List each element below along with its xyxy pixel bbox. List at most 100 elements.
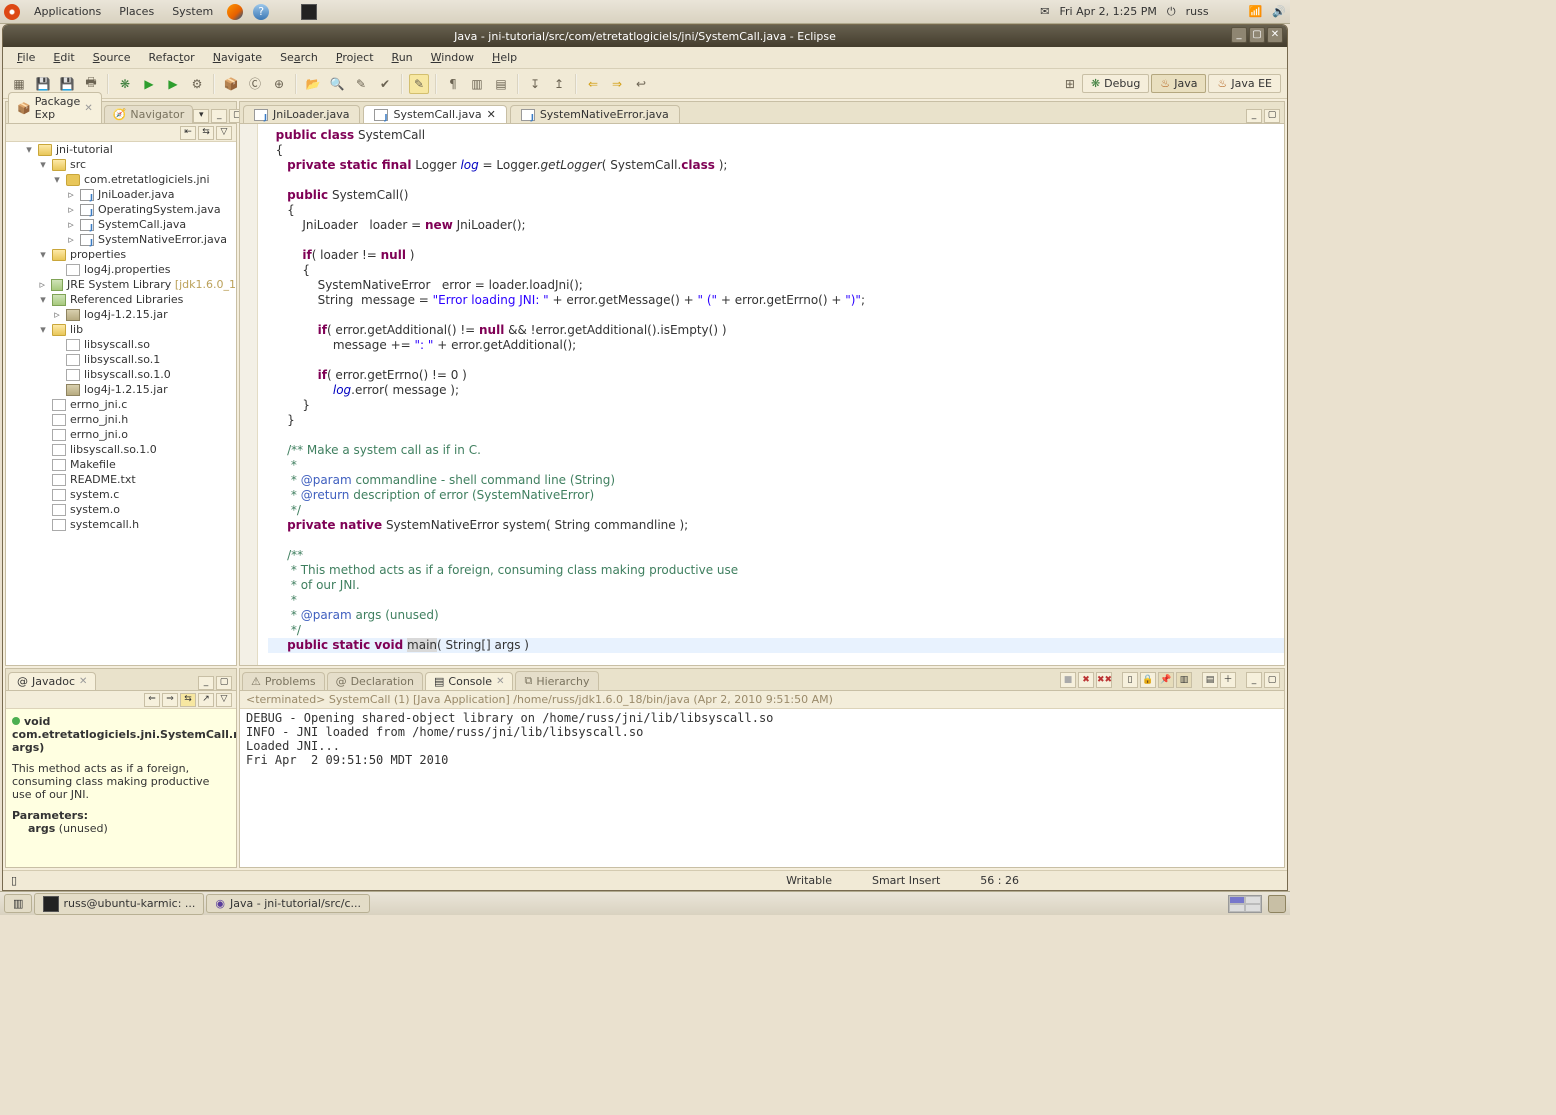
tree-project[interactable]: jni-tutorial bbox=[56, 143, 113, 156]
tree-file[interactable]: libsyscall.so.1.0 bbox=[70, 443, 157, 456]
minimize-button[interactable]: _ bbox=[1231, 27, 1247, 43]
tab-navigator[interactable]: 🧭 Navigator bbox=[104, 105, 194, 123]
tab-console[interactable]: ▤ Console ✕ bbox=[425, 672, 513, 690]
source-code[interactable]: public class SystemCall { private static… bbox=[262, 124, 1284, 665]
terminate-button[interactable]: ■ bbox=[1060, 672, 1076, 688]
javadoc-forward-button[interactable]: ⇒ bbox=[162, 693, 178, 707]
tab-javadoc[interactable]: @ Javadoc ✕ bbox=[8, 672, 96, 690]
perspective-debug[interactable]: ❋Debug bbox=[1082, 74, 1149, 93]
maximize-view-button[interactable]: ▢ bbox=[1264, 672, 1280, 688]
prev-annotation-button[interactable]: ↥ bbox=[549, 74, 569, 94]
tree-referenced-libs[interactable]: Referenced Libraries bbox=[70, 293, 183, 306]
show-desktop-button[interactable]: ▥ bbox=[4, 894, 32, 913]
tree-java-file[interactable]: SystemCall.java bbox=[98, 218, 186, 231]
tree-file[interactable]: libsyscall.so.1.0 bbox=[84, 368, 171, 381]
open-type-button[interactable]: 📂 bbox=[303, 74, 323, 94]
tree-file[interactable]: system.o bbox=[70, 503, 120, 516]
clock[interactable]: Fri Apr 2, 1:25 PM bbox=[1059, 5, 1156, 18]
tree-file[interactable]: errno_jni.o bbox=[70, 428, 128, 441]
minimize-view-button[interactable]: _ bbox=[211, 109, 227, 123]
taskbar-eclipse[interactable]: ◉Java - jni-tutorial/src/c... bbox=[206, 894, 370, 913]
menu-run[interactable]: Run bbox=[384, 49, 421, 66]
network-icon[interactable]: 📶 bbox=[1249, 5, 1263, 18]
tree-file[interactable]: errno_jni.h bbox=[70, 413, 128, 426]
taskbar-terminal[interactable]: russ@ubuntu-karmic: ... bbox=[34, 893, 204, 915]
firefox-icon[interactable] bbox=[227, 4, 243, 20]
minimize-view-button[interactable]: _ bbox=[1246, 672, 1262, 688]
tree-file[interactable]: system.c bbox=[70, 488, 119, 501]
close-icon[interactable]: ✕ bbox=[84, 103, 92, 114]
menu-places[interactable]: Places bbox=[115, 3, 158, 20]
menu-applications[interactable]: Applications bbox=[30, 3, 105, 20]
close-icon[interactable]: ✕ bbox=[487, 108, 496, 121]
view-menu-button[interactable]: ▾ bbox=[193, 109, 209, 123]
editor-tab-jniloader[interactable]: JniLoader.java bbox=[243, 105, 360, 123]
remove-all-button[interactable]: ✖✖ bbox=[1096, 672, 1112, 688]
run-button[interactable]: ▶ bbox=[139, 74, 159, 94]
help-icon[interactable]: ? bbox=[253, 4, 269, 20]
save-button[interactable]: 💾 bbox=[33, 74, 53, 94]
tree-jar[interactable]: log4j-1.2.15.jar bbox=[84, 308, 168, 321]
tree-file[interactable]: errno_jni.c bbox=[70, 398, 127, 411]
tab-declaration[interactable]: @ Declaration bbox=[327, 672, 423, 690]
menu-edit[interactable]: Edit bbox=[45, 49, 82, 66]
pin-console-button[interactable]: 📌 bbox=[1158, 672, 1174, 688]
tree-file[interactable]: log4j-1.2.15.jar bbox=[84, 383, 168, 396]
close-icon[interactable]: ✕ bbox=[79, 676, 87, 687]
code-editor[interactable]: public class SystemCall { private static… bbox=[240, 124, 1284, 665]
next-annotation-button[interactable]: ↧ bbox=[525, 74, 545, 94]
power-icon[interactable]: ⏻ bbox=[1167, 5, 1176, 19]
tree-file[interactable]: log4j.properties bbox=[84, 263, 170, 276]
tab-package-explorer[interactable]: 📦 Package Exp ✕ bbox=[8, 92, 102, 123]
search-button[interactable]: 🔍 bbox=[327, 74, 347, 94]
debug-button[interactable]: ❋ bbox=[115, 74, 135, 94]
back-button[interactable]: ⇐ bbox=[583, 74, 603, 94]
project-tree[interactable]: ▾jni-tutorial ▾src ▾com.etretatlogiciels… bbox=[6, 142, 236, 665]
link-editor-button[interactable]: ⇆ bbox=[198, 126, 214, 140]
menu-help[interactable]: Help bbox=[484, 49, 525, 66]
tree-java-file[interactable]: OperatingSystem.java bbox=[98, 203, 221, 216]
mail-icon[interactable]: ✉ bbox=[1040, 5, 1049, 18]
close-button[interactable]: ✕ bbox=[1267, 27, 1283, 43]
save-all-button[interactable]: 💾 bbox=[57, 74, 77, 94]
close-icon[interactable]: ✕ bbox=[496, 676, 504, 687]
menu-refactor[interactable]: Refactor bbox=[141, 49, 203, 66]
volume-icon[interactable]: 🔊 bbox=[1272, 5, 1286, 18]
tree-lib[interactable]: lib bbox=[70, 323, 83, 336]
toggle-mark-button[interactable]: ✎ bbox=[409, 74, 429, 94]
view-dropdown-button[interactable]: ▽ bbox=[216, 126, 232, 140]
javadoc-menu-button[interactable]: ▽ bbox=[216, 693, 232, 707]
menu-search[interactable]: Search bbox=[272, 49, 326, 66]
menu-source[interactable]: Source bbox=[85, 49, 139, 66]
collapse-all-button[interactable]: ⇤ bbox=[180, 126, 196, 140]
trash-icon[interactable] bbox=[1268, 895, 1286, 913]
forward-button[interactable]: ⇒ bbox=[607, 74, 627, 94]
menu-navigate[interactable]: Navigate bbox=[205, 49, 270, 66]
editor-tab-systemcall[interactable]: SystemCall.java ✕ bbox=[363, 105, 506, 123]
javadoc-back-button[interactable]: ⇐ bbox=[144, 693, 160, 707]
external-tools-button[interactable]: ⚙ bbox=[187, 74, 207, 94]
tree-java-file[interactable]: JniLoader.java bbox=[98, 188, 174, 201]
block-select-button[interactable]: ▥ bbox=[467, 74, 487, 94]
display-selected-button[interactable]: ▥ bbox=[1176, 672, 1192, 688]
perspective-java[interactable]: ♨Java bbox=[1151, 74, 1206, 93]
open-console-button[interactable]: ▤ bbox=[1202, 672, 1218, 688]
new-type-button[interactable]: ⊕ bbox=[269, 74, 289, 94]
clear-console-button[interactable]: ▯ bbox=[1122, 672, 1138, 688]
minimize-view-button[interactable]: _ bbox=[198, 676, 214, 690]
javadoc-open-button[interactable]: ↗ bbox=[198, 693, 214, 707]
run-last-button[interactable]: ▶ bbox=[163, 74, 183, 94]
editor-tab-systemnativeerror[interactable]: SystemNativeError.java bbox=[510, 105, 680, 123]
workspace-switcher[interactable] bbox=[1228, 895, 1262, 913]
tree-src[interactable]: src bbox=[70, 158, 86, 171]
print-button[interactable]: 🖶 bbox=[81, 74, 101, 94]
titlebar[interactable]: Java - jni-tutorial/src/com/etretatlogic… bbox=[3, 25, 1287, 47]
tree-file[interactable]: systemcall.h bbox=[70, 518, 139, 531]
minimize-editor-button[interactable]: _ bbox=[1246, 109, 1262, 123]
tree-package[interactable]: com.etretatlogiciels.jni bbox=[84, 173, 210, 186]
editor-gutter[interactable] bbox=[240, 124, 258, 665]
tree-file[interactable]: Makefile bbox=[70, 458, 116, 471]
tree-file[interactable]: libsyscall.so.1 bbox=[84, 353, 160, 366]
maximize-editor-button[interactable]: ▢ bbox=[1264, 109, 1280, 123]
new-class-button[interactable]: Ⓒ bbox=[245, 74, 265, 94]
